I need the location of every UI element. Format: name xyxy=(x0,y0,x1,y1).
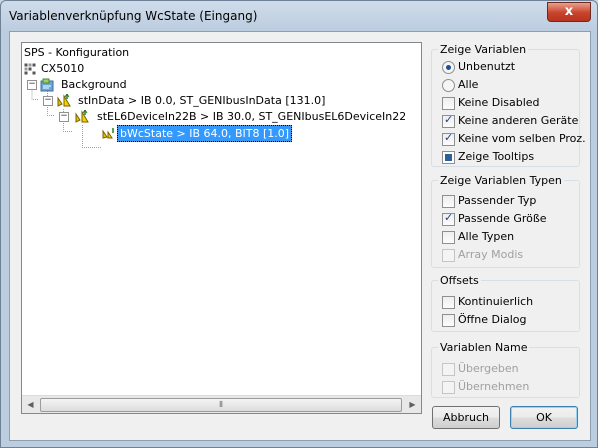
tree-root-label: SPS - Konfiguration xyxy=(24,46,130,59)
checkbox-indicator[interactable] xyxy=(442,113,455,128)
checkbox-indicator[interactable] xyxy=(442,97,455,110)
checkbox-indicator[interactable] xyxy=(442,151,455,164)
collapse-icon[interactable]: − xyxy=(59,112,69,122)
tree-node-stel6devicein22b[interactable]: − stEL6DeviceIn22B > IB 30.0, ST_GENIbus… xyxy=(22,109,405,125)
group-title: Zeige Variablen Typen xyxy=(438,174,564,187)
option-label: Unbenutzt xyxy=(458,60,516,73)
close-icon: x xyxy=(564,4,574,19)
scroll-left-icon[interactable]: ◀ xyxy=(22,396,39,413)
tree-content: SPS - Konfiguration CX5010 − Background … xyxy=(22,43,405,396)
checkbox-indicator[interactable] xyxy=(442,131,455,146)
tree-node-background[interactable]: − Background xyxy=(22,77,222,93)
group-zeige-variablen: Zeige Variablen Unbenutzt Alle Keine Dis… xyxy=(431,43,586,167)
bit-variable-icon xyxy=(102,128,114,139)
option-label: Übernehmen xyxy=(458,380,530,393)
tree-node-label-selected: bWcState > IB 64.0, BIT8 [1.0] xyxy=(117,125,293,142)
option-label: Alle xyxy=(458,78,479,91)
dialog-window: Variablenverknüpfung WcState (Eingang) x… xyxy=(0,0,598,448)
option-label: Keine vom selben Proz. xyxy=(458,132,586,145)
tree-node-cx5010[interactable]: CX5010 xyxy=(24,61,144,77)
option-label: Übergeben xyxy=(458,362,519,375)
dialog-client-area: SPS - Konfiguration CX5010 − Background … xyxy=(9,31,591,441)
collapse-icon[interactable]: − xyxy=(27,80,37,90)
checkbox-indicator xyxy=(442,363,455,376)
task-icon xyxy=(40,78,54,92)
checkbox-indicator[interactable] xyxy=(442,211,455,226)
scrollbar-thumb[interactable]: ⦀ xyxy=(40,398,402,412)
variable-tree[interactable]: SPS - Konfiguration CX5010 − Background … xyxy=(21,42,422,414)
group-title: Zeige Variablen xyxy=(438,43,529,56)
checkbox-indicator[interactable] xyxy=(442,231,455,244)
close-button[interactable]: x xyxy=(547,2,591,22)
tree-node-label: stEL6DeviceIn22B > IB 30.0, ST_GENIbusEL… xyxy=(97,110,405,123)
radio-indicator[interactable] xyxy=(442,61,455,74)
horizontal-scrollbar[interactable]: ◀ ⦀ ▶ xyxy=(22,395,421,413)
collapse-icon[interactable]: − xyxy=(43,96,53,106)
group-title: Offsets xyxy=(438,274,481,287)
group-zeige-variablen-typen: Zeige Variablen Typen Passender Typ Pass… xyxy=(431,174,580,268)
option-label: Zeige Tooltips xyxy=(458,150,535,163)
input-variable-icon xyxy=(75,110,89,123)
option-label: Array Modis xyxy=(458,248,524,261)
tree-node-bwcstate[interactable]: bWcState > IB 64.0, BIT8 [1.0] xyxy=(22,125,405,142)
scroll-right-icon[interactable]: ▶ xyxy=(404,396,421,413)
option-label: Passender Typ xyxy=(458,194,537,207)
input-variable-icon xyxy=(57,94,71,107)
tree-node-label: CX5010 xyxy=(41,62,85,75)
checkbox-indicator xyxy=(442,381,455,394)
cancel-button[interactable]: Abbruch xyxy=(432,406,500,429)
radio-indicator[interactable] xyxy=(442,79,455,92)
ok-button[interactable]: OK xyxy=(510,406,578,429)
group-variablen-name: Variablen Name Übergeben Übernehmen xyxy=(431,341,580,398)
group-offsets: Offsets Kontinuierlich Öffne Dialog xyxy=(431,274,580,332)
tree-node-stindata[interactable]: − stInData > IB 0.0, ST_GENIbusInData [1… xyxy=(22,93,405,109)
checkbox-indicator[interactable] xyxy=(442,296,455,309)
tree-node-label: Background xyxy=(61,78,127,91)
title-bar[interactable]: Variablenverknüpfung WcState (Eingang) x xyxy=(1,1,597,31)
option-label: Kontinuierlich xyxy=(458,295,534,308)
option-label: Alle Typen xyxy=(458,230,515,243)
option-label: Passende Größe xyxy=(458,212,547,225)
checkbox-indicator[interactable] xyxy=(442,195,455,208)
device-icon xyxy=(24,63,36,75)
tree-node-label: stInData > IB 0.0, ST_GENIbusInData [131… xyxy=(78,94,326,107)
window-title: Variablenverknüpfung WcState (Eingang) xyxy=(9,9,258,23)
checkbox-indicator xyxy=(442,249,455,262)
option-label: Keine anderen Geräte xyxy=(458,114,579,127)
checkbox-indicator[interactable] xyxy=(442,314,455,327)
grip-icon: ⦀ xyxy=(219,400,223,409)
group-title: Variablen Name xyxy=(438,341,530,354)
option-label: Keine Disabled xyxy=(458,96,540,109)
option-label: Öffne Dialog xyxy=(458,313,527,326)
